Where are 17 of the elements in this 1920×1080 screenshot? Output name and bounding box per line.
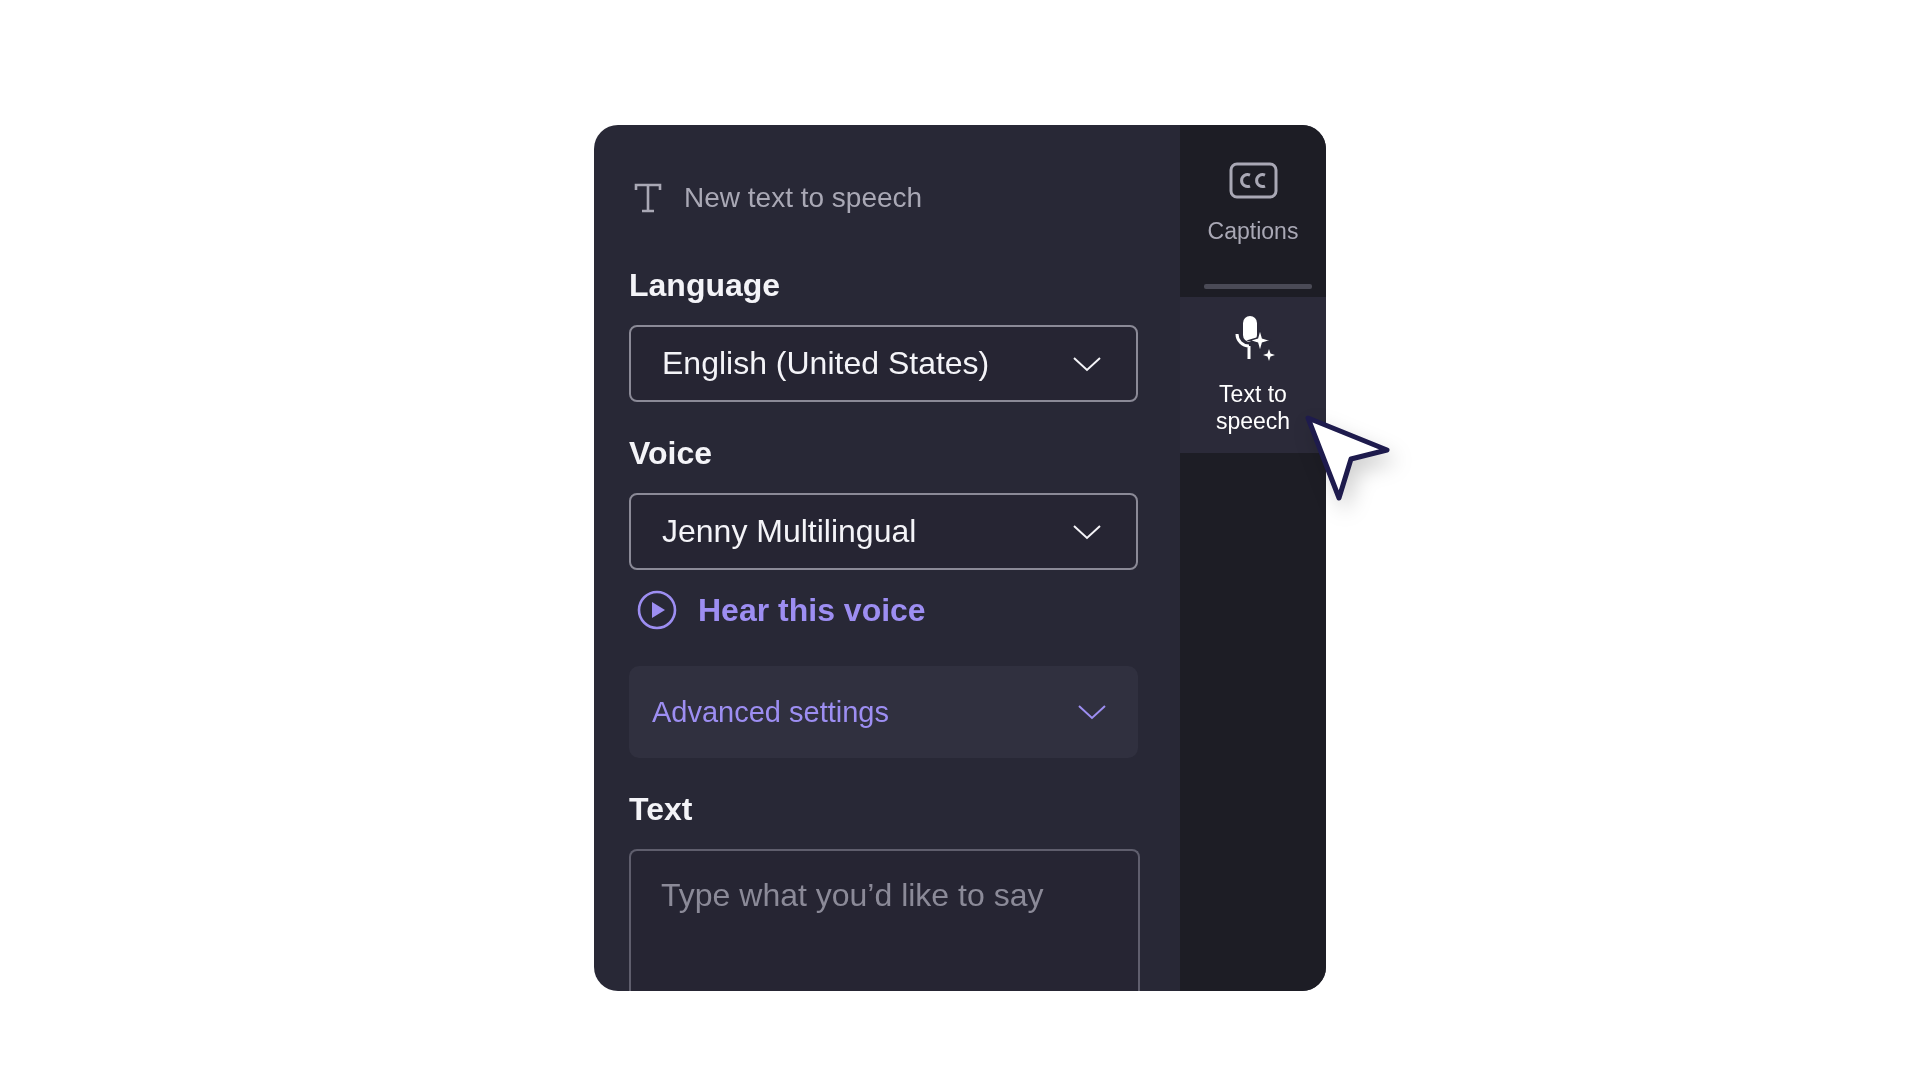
- chevron-down-icon: [1072, 355, 1102, 372]
- voice-dropdown[interactable]: Jenny Multilingual: [629, 493, 1138, 570]
- advanced-settings-toggle[interactable]: Advanced settings: [629, 666, 1138, 758]
- text-input-field[interactable]: Type what you’d like to say: [629, 849, 1140, 991]
- play-icon: [637, 590, 677, 630]
- closed-captions-icon: [1228, 161, 1278, 199]
- panel-title: New text to speech: [684, 182, 923, 214]
- field-label: Language: [629, 266, 781, 304]
- chevron-down-icon: [1072, 523, 1102, 540]
- text-icon: [634, 183, 662, 213]
- sidebar-item[interactable]: Text to speech: [1180, 297, 1326, 453]
- sidebar-item[interactable]: Captions: [1180, 125, 1326, 281]
- field-label: Voice: [629, 434, 712, 472]
- field-label: Text: [629, 790, 693, 828]
- chevron-down-icon: [1077, 704, 1107, 720]
- language-dropdown[interactable]: English (United States): [629, 325, 1138, 402]
- hear-voice-link[interactable]: Hear this voice: [629, 590, 926, 630]
